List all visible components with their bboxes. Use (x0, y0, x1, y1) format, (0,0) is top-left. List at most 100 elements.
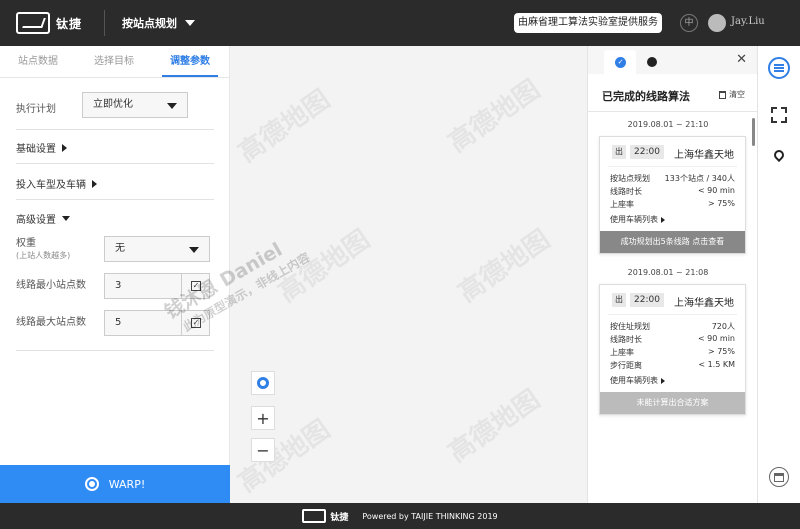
depart-time: 22:00 (630, 145, 664, 159)
view-results-button[interactable]: 成功规划出5条线路 点击查看 (600, 231, 745, 253)
user-name[interactable]: Jay.Liu (731, 16, 765, 27)
warp-button-label: WARP! (108, 477, 146, 491)
provider-button[interactable]: 由麻省理工算法实验室提供服务 (514, 13, 662, 33)
map-pin-icon (771, 147, 787, 163)
panel-tabs: 站点数据 选择目标 调整参数 (0, 46, 229, 78)
row-value: < 90 min (697, 186, 735, 195)
check-circle-icon: ✓ (615, 57, 626, 68)
card-header: 出 22:00 上海华鑫天地 (608, 285, 737, 315)
results-list-button[interactable] (768, 57, 790, 79)
min-stops-label: 线路最小站点数 (16, 280, 86, 291)
divider (16, 350, 214, 351)
caret-right-icon (92, 179, 97, 188)
warp-button[interactable]: WARP! (0, 465, 230, 503)
vehicle-list-label: 使用车辆列表 (610, 376, 658, 385)
advanced-settings-toggle[interactable]: 高级设置 (16, 211, 70, 226)
vehicles-label: 投入车型及车辆 (16, 180, 86, 191)
map-watermark: 高德地图 (453, 224, 556, 309)
direction-tag: 出 (612, 293, 626, 307)
max-stops-checkbox[interactable]: ✓ (191, 318, 201, 328)
list-icon (774, 64, 784, 72)
footer: 钛捷 Powered by TAIJIE THINKING 2019 (0, 503, 800, 529)
divider (16, 163, 214, 164)
direction-tag: 出 (612, 145, 626, 159)
row-value: < 1.5 KM (698, 360, 735, 369)
divider (16, 199, 214, 200)
result-card[interactable]: 出 22:00 上海华鑫天地 按站点规划 133个站点 / 340人 线路时长 … (599, 136, 746, 254)
scrollbar[interactable] (752, 118, 755, 146)
min-stops-value: 3 (115, 280, 122, 291)
chevron-down-icon (167, 103, 177, 109)
plan-label: 执行计划 (16, 104, 56, 115)
no-solution-button[interactable]: 未能计算出合适方案 (600, 392, 745, 414)
basic-settings-label: 基础设置 (16, 144, 56, 155)
result-card[interactable]: 出 22:00 上海华鑫天地 按住址规划 720人 线路时长 < 90 min … (599, 284, 746, 415)
row-key: 按住址规划 (610, 322, 650, 331)
route-pin-button[interactable] (768, 144, 790, 166)
map-watermark: 高德地图 (443, 384, 546, 469)
min-stops-input[interactable]: 3 ✓ (104, 273, 210, 299)
avatar[interactable] (708, 14, 726, 32)
results-list[interactable]: 2019.08.01 ~ 21:10 出 22:00 上海华鑫天地 按站点规划 … (588, 112, 757, 503)
warp-icon (84, 477, 99, 491)
plan-select[interactable]: 立即优化 (82, 92, 188, 118)
tab-pending[interactable] (638, 50, 670, 74)
card-header: 出 22:00 上海华鑫天地 (608, 137, 737, 167)
calendar-button[interactable] (768, 466, 790, 488)
zoom-out-button[interactable]: − (251, 438, 275, 462)
caret-right-icon (661, 216, 665, 223)
map-canvas[interactable]: 高德地图 高德地图 高德地图 高德地图 高德地图 高德地图 + − (231, 46, 587, 503)
row-value: 720人 (711, 322, 735, 331)
area-select-button[interactable] (768, 104, 790, 126)
map-watermark: 高德地图 (233, 414, 336, 499)
row-value: > 75% (707, 199, 735, 208)
tab-completed[interactable]: ✓ (604, 50, 636, 74)
weight-select-value: 无 (115, 243, 125, 254)
row-key: 上座率 (610, 200, 634, 209)
card-row: 按住址规划 720人 (610, 321, 735, 334)
row-key: 步行距离 (610, 361, 642, 370)
zoom-in-button[interactable]: + (251, 406, 275, 430)
destination: 上海华鑫天地 (674, 298, 734, 309)
weight-select[interactable]: 无 (104, 236, 210, 262)
basic-settings-toggle[interactable]: 基础设置 (16, 140, 67, 155)
pending-dot-icon (647, 57, 657, 67)
vehicle-list-link[interactable]: 使用车辆列表 (610, 214, 735, 225)
logo-mark-icon (16, 12, 50, 34)
clear-button[interactable]: 清空 (719, 89, 745, 100)
footer-text: Powered by TAIJIE THINKING 2019 (362, 511, 498, 521)
row-value: > 75% (707, 347, 735, 356)
min-stops-checkbox[interactable]: ✓ (191, 281, 201, 291)
tab-station-data[interactable]: 站点数据 (0, 46, 76, 77)
max-stops-input[interactable]: 5 ✓ (104, 310, 210, 336)
mode-dropdown[interactable]: 按站点规划 (122, 15, 195, 31)
weight-label-text: 权重 (16, 238, 36, 249)
results-title: 已完成的线路算法 (602, 90, 690, 103)
locate-button[interactable] (251, 371, 275, 395)
row-key: 按站点规划 (610, 174, 650, 183)
logo-text: 钛捷 (56, 16, 83, 31)
mode-dropdown-label: 按站点规划 (122, 17, 177, 30)
footer-logo-icon (302, 509, 327, 523)
result-timestamp: 2019.08.01 ~ 21:08 (627, 268, 709, 277)
app-logo[interactable]: 钛捷 (16, 12, 82, 34)
card-row: 上座率 > 75% (610, 347, 735, 360)
card-row: 步行距离 < 1.5 KM (610, 360, 735, 373)
results-panel: ✓ ✕ 已完成的线路算法 清空 2019.08.01 ~ 21:10 出 22:… (587, 46, 757, 503)
caret-right-icon (661, 377, 665, 384)
max-stops-label: 线路最大站点数 (16, 317, 86, 328)
params-panel: 站点数据 选择目标 调整参数 执行计划 立即优化 基础设置 投入车型及车辆 高级… (0, 46, 230, 503)
language-toggle[interactable]: 中 (680, 14, 698, 32)
row-value: < 90 min (697, 334, 735, 343)
selection-icon (771, 107, 787, 123)
tab-adjust-params[interactable]: 调整参数 (152, 46, 228, 77)
close-icon[interactable]: ✕ (736, 52, 747, 67)
map-watermark: 高德地图 (233, 84, 336, 169)
tab-select-target[interactable]: 选择目标 (76, 46, 152, 77)
clear-label: 清空 (729, 90, 745, 99)
vehicles-toggle[interactable]: 投入车型及车辆 (16, 176, 97, 191)
right-toolbar (757, 46, 800, 503)
row-key: 线路时长 (610, 187, 642, 196)
vehicle-list-link[interactable]: 使用车辆列表 (610, 375, 735, 386)
map-watermark: 高德地图 (273, 224, 376, 309)
